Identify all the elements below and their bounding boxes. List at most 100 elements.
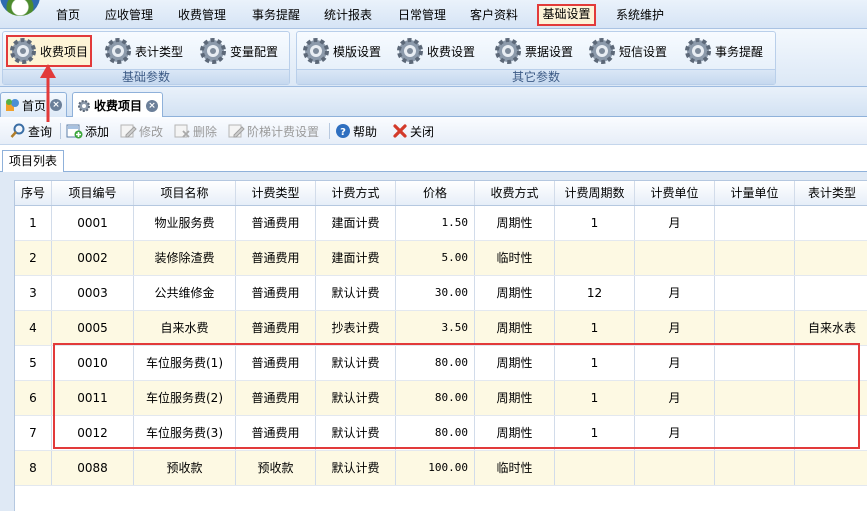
table-cell: 8 (15, 451, 52, 485)
edit-icon (120, 124, 137, 138)
menu-reports[interactable]: 统计报表 (320, 5, 376, 25)
menu-customers[interactable]: 客户资料 (466, 5, 522, 25)
charge-item-button[interactable]: 收费项目 (6, 35, 93, 67)
close-icon[interactable]: × (146, 99, 159, 112)
column-header[interactable]: 项目编号 (52, 181, 134, 205)
table-cell: 12 (555, 276, 635, 310)
column-header[interactable]: 项目名称 (134, 181, 236, 205)
table-row[interactable]: 4 0005 自来水费 普通费用 抄表计费 3.50 周期性 1 月 自来水表 (15, 311, 867, 346)
table-cell: 默认计费 (316, 346, 396, 380)
table-cell: 月 (635, 276, 715, 310)
gear-icon (397, 38, 423, 64)
table-cell: 0011 (52, 381, 134, 415)
table-cell: 普通费用 (236, 346, 316, 380)
table-cell: 2 (15, 241, 52, 275)
column-header[interactable]: 计费周期数 (555, 181, 635, 205)
add-button[interactable]: 添加 (66, 122, 109, 140)
table-cell (715, 241, 795, 275)
table-cell: 周期性 (475, 346, 555, 380)
table-cell: 临时性 (475, 241, 555, 275)
table-row[interactable]: 3 0003 公共维修金 普通费用 默认计费 30.00 周期性 12 月 (15, 276, 867, 311)
table-cell (715, 381, 795, 415)
column-header[interactable]: 价格 (396, 181, 475, 205)
table-row[interactable]: 6 0011 车位服务费(2) 普通费用 默认计费 80.00 周期性 1 月 (15, 381, 867, 416)
table-cell: 1 (555, 381, 635, 415)
table-cell: 100.00 (396, 451, 475, 485)
charge-settings-button[interactable]: 收费设置 (395, 35, 475, 67)
table-cell: 月 (635, 346, 715, 380)
column-header[interactable]: 计费方式 (316, 181, 396, 205)
grid-header: 序号 项目编号 项目名称 计费类型 计费方式 价格 收费方式 计费周期数 计费单位 计量单位 表计类… (15, 181, 867, 206)
table-cell (795, 241, 867, 275)
menu-charges[interactable]: 收费管理 (174, 5, 230, 25)
sms-settings-button[interactable]: 短信设置 (587, 35, 667, 67)
tab-charge-items[interactable]: 收费项目 × (72, 92, 164, 118)
tiered-billing-button[interactable]: 阶梯计费设置 (228, 122, 319, 140)
template-settings-button[interactable]: 模版设置 (301, 35, 381, 67)
table-cell (715, 311, 795, 345)
table-cell: 0002 (52, 241, 134, 275)
ribbon-group-other: 模版设置 收费设置 票据设置 短信设置 事务提醒 其它参数 (296, 31, 776, 85)
table-cell: 建面计费 (316, 206, 396, 240)
menu-home[interactable]: 首页 (50, 5, 86, 25)
table-cell: 5 (15, 346, 52, 380)
gear-icon (589, 38, 615, 64)
table-row[interactable]: 5 0010 车位服务费(1) 普通费用 默认计费 80.00 周期性 1 月 (15, 346, 867, 381)
delete-button[interactable]: 删除 (174, 122, 217, 140)
menu-maintenance[interactable]: 系统维护 (612, 5, 668, 25)
table-cell: 1 (555, 416, 635, 450)
table-cell: 车位服务费(3) (134, 416, 236, 450)
table-row[interactable]: 7 0012 车位服务费(3) 普通费用 默认计费 80.00 周期性 1 月 (15, 416, 867, 451)
table-cell: 预收款 (236, 451, 316, 485)
menu-basic-settings[interactable]: 基础设置 (537, 4, 596, 26)
table-cell: 5.00 (396, 241, 475, 275)
table-cell: 80.00 (396, 381, 475, 415)
column-header[interactable]: 收费方式 (475, 181, 555, 205)
search-icon (10, 123, 25, 138)
table-cell: 6 (15, 381, 52, 415)
menu-daily[interactable]: 日常管理 (394, 5, 450, 25)
table-cell: 0001 (52, 206, 134, 240)
table-cell: 1.50 (396, 206, 475, 240)
menu-receivables[interactable]: 应收管理 (100, 5, 158, 25)
column-header[interactable]: 计费类型 (236, 181, 316, 205)
table-cell (795, 276, 867, 310)
table-cell: 自来水费 (134, 311, 236, 345)
gear-icon (105, 38, 131, 64)
gear-icon (78, 99, 90, 112)
table-cell (715, 276, 795, 310)
edit-button[interactable]: 修改 (120, 122, 163, 140)
table-cell: 0003 (52, 276, 134, 310)
panel-tab[interactable]: 项目列表 (2, 150, 65, 172)
table-row[interactable]: 2 0002 装修除渣费 普通费用 建面计费 5.00 临时性 (15, 241, 867, 276)
column-header[interactable]: 表计类型 (795, 181, 867, 205)
table-cell: 周期性 (475, 276, 555, 310)
receipt-settings-button[interactable]: 票据设置 (493, 35, 573, 67)
meter-type-button[interactable]: 表计类型 (103, 35, 183, 67)
table-cell: 30.00 (396, 276, 475, 310)
table-cell: 默认计费 (316, 276, 396, 310)
table-cell (795, 206, 867, 240)
table-row[interactable]: 8 0088 预收款 预收款 默认计费 100.00 临时性 (15, 451, 867, 486)
gear-icon (303, 38, 329, 64)
table-cell: 月 (635, 416, 715, 450)
menu-reminders[interactable]: 事务提醒 (248, 5, 304, 25)
column-header[interactable]: 序号 (15, 181, 52, 205)
variable-config-button[interactable]: 变量配置 (198, 35, 278, 67)
table-cell: 车位服务费(1) (134, 346, 236, 380)
column-header[interactable]: 计量单位 (715, 181, 795, 205)
reminder-settings-button[interactable]: 事务提醒 (683, 35, 763, 67)
table-cell (795, 381, 867, 415)
help-button[interactable]: ? 帮助 (335, 122, 377, 140)
column-header[interactable]: 计费单位 (635, 181, 715, 205)
table-cell: 普通费用 (236, 416, 316, 450)
document-tabs: 首页 × 收费项目 × (0, 87, 867, 118)
close-button[interactable]: 关闭 (392, 122, 434, 140)
table-cell: 0005 (52, 311, 134, 345)
query-button[interactable]: 查询 (10, 122, 52, 140)
table-cell (715, 346, 795, 380)
table-cell: 月 (635, 381, 715, 415)
close-x-icon (393, 124, 407, 138)
table-row[interactable]: 1 0001 物业服务费 普通费用 建面计费 1.50 周期性 1 月 (15, 206, 867, 241)
gear-icon (10, 38, 36, 64)
